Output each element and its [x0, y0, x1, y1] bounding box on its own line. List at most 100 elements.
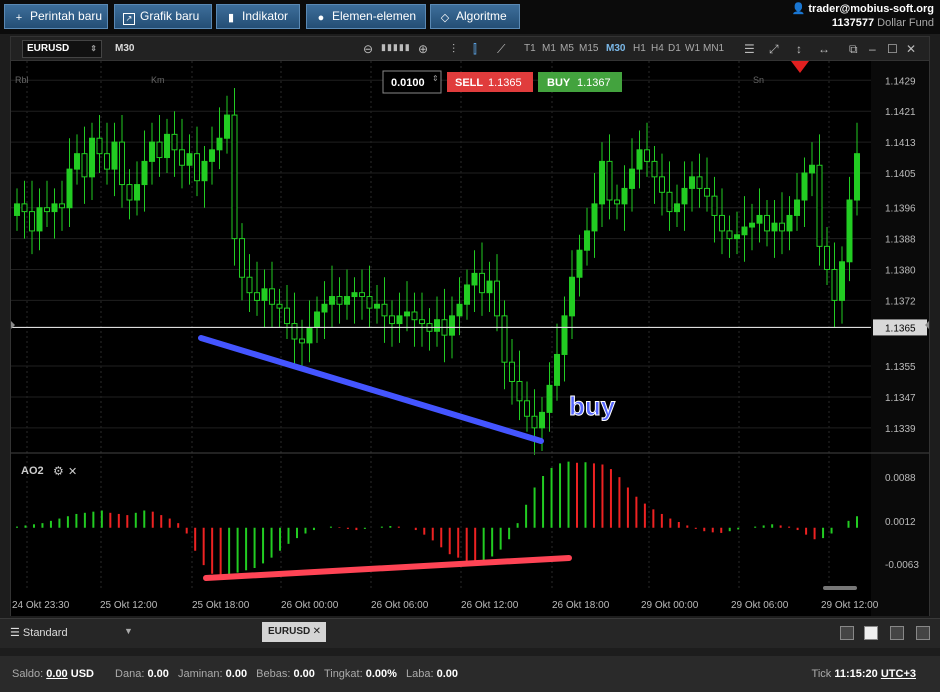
indicators-button[interactable]: ▮ Indikator	[216, 4, 300, 29]
elements-button[interactable]: ● Elemen-elemen	[306, 4, 426, 29]
horizontal-scrollbar[interactable]	[823, 586, 857, 590]
candle-body	[246, 276, 253, 294]
candle-body	[689, 176, 695, 189]
time-axis-label: 26 Okt 12:00	[461, 600, 519, 611]
candle-body	[779, 222, 785, 232]
candle-body	[126, 184, 133, 201]
candle-body	[524, 400, 530, 417]
candle-body	[306, 326, 313, 344]
account-number: 1137577	[831, 17, 875, 29]
indicator-close-icon[interactable]: ✕	[68, 466, 77, 478]
line-type-icon[interactable]: ⟋	[497, 42, 505, 57]
user-icon: 👤	[791, 3, 806, 15]
layout-rows-icon[interactable]	[916, 626, 930, 640]
chart-toolbar: EURUSD ⇕ M30 ⊖ ▮▮▮▮▮ ⊕ ⫶ ⫿ ⟋ T1 M1 M5 M15 M30…	[11, 37, 929, 61]
candle-body	[434, 319, 440, 332]
diamond-icon: ◇	[440, 12, 450, 24]
candle-body	[329, 296, 335, 305]
candle-body	[824, 245, 830, 271]
status-bar: Saldo: 0.00 USD Dana: 0.00 Jaminan: 0.00…	[0, 656, 940, 692]
candle-body	[846, 199, 853, 263]
new-chart-button[interactable]: ↗ Grafik baru	[114, 4, 212, 29]
vertical-line-icon[interactable]: ↕	[796, 42, 802, 56]
timeframe-mn1[interactable]: MN1	[703, 43, 724, 54]
symbol-select[interactable]: EURUSD ⇕	[22, 40, 102, 58]
profile-select[interactable]: ☰ Standard	[10, 626, 68, 639]
account-info[interactable]: 👤 trader@mobius-soft.org 1137577 Dollar …	[792, 2, 934, 30]
diagonal-line-icon[interactable]: ⤢	[769, 42, 779, 57]
candle-body	[44, 207, 50, 213]
close-tab-icon[interactable]: ✕	[313, 622, 321, 642]
timeframe-m30[interactable]: M30	[606, 43, 625, 54]
timeframe-m5[interactable]: M5	[560, 43, 574, 54]
profile-dropdown-icon[interactable]: ▼	[124, 626, 133, 636]
candle-body	[456, 303, 463, 317]
price-chart[interactable]: 1.1429 1.1421 1.1413 1.1405 1.1396 1.1388 1.13…	[11, 61, 929, 616]
timeframe-h4[interactable]: H4	[651, 43, 664, 54]
time-axis-label: 26 Okt 18:00	[552, 600, 610, 611]
detach-icon[interactable]: ⧉	[849, 42, 858, 57]
horizontal-line-icon[interactable]: ↔	[818, 42, 830, 56]
candle-body	[179, 149, 185, 166]
candle-body	[584, 230, 590, 251]
chart-timeframe: M30	[115, 43, 135, 54]
maximize-icon[interactable]: ☐	[887, 42, 898, 56]
candle-body	[156, 141, 163, 159]
timeframe-w1[interactable]: W1	[685, 43, 700, 54]
buy-annotation[interactable]: buy	[569, 391, 617, 422]
timeframe-d1[interactable]: D1	[668, 43, 681, 54]
time-axis-label: 29 Okt 06:00	[731, 600, 789, 611]
candle-body	[14, 203, 20, 216]
close-icon[interactable]: ✕	[906, 42, 916, 56]
layout-single-icon[interactable]	[840, 626, 854, 640]
session-label: Rbl	[15, 75, 29, 85]
candle-body	[786, 214, 793, 232]
candles-type-icon[interactable]: ⫿	[473, 42, 477, 57]
candle-body	[794, 199, 800, 216]
candle-body	[411, 311, 418, 321]
layout-columns-icon[interactable]	[890, 626, 904, 640]
candle-body	[531, 415, 538, 429]
chart-tab[interactable]: EURUSD ✕	[262, 622, 326, 642]
zoom-out-icon[interactable]: ⊖	[363, 42, 373, 56]
indicator-settings-icon[interactable]: ⚙	[53, 464, 64, 478]
candle-body	[149, 141, 155, 162]
price-tick-label: 1.1355	[885, 362, 916, 373]
candle-body	[509, 361, 515, 382]
zoom-slider[interactable]: ▮▮▮▮▮	[381, 42, 411, 53]
candle-body	[81, 153, 88, 178]
new-order-button[interactable]: + Perintah baru	[4, 4, 108, 29]
layout-grid-icon[interactable]	[864, 626, 878, 640]
candle-body	[606, 160, 613, 201]
candle-body	[546, 384, 553, 413]
time-axis-label: 29 Okt 00:00	[641, 600, 699, 611]
price-tick-label: 1.1405	[885, 169, 916, 180]
zoom-in-icon[interactable]: ⊕	[418, 42, 428, 56]
candle-body	[209, 149, 215, 162]
candle-body	[261, 288, 268, 301]
candle-body	[134, 184, 140, 201]
menu-icon[interactable]: ☰	[744, 42, 755, 56]
candle-body	[704, 187, 710, 197]
candle-body	[366, 296, 373, 309]
candle-body	[756, 214, 763, 224]
timeframe-m15[interactable]: M15	[579, 43, 598, 54]
algorithms-button[interactable]: ◇ Algoritme	[430, 4, 520, 29]
timeframe-t1[interactable]: T1	[524, 43, 536, 54]
timeframe-h1[interactable]: H1	[633, 43, 646, 54]
candle-body	[201, 160, 208, 182]
timeframe-m1[interactable]: M1	[542, 43, 556, 54]
candle-body	[479, 272, 485, 294]
bars-type-icon[interactable]: ⫶	[452, 42, 455, 57]
price-tick-label: 1.1413	[885, 138, 916, 149]
sell-price: 1.1365	[488, 77, 522, 89]
osc-tick-label: 0.0088	[885, 473, 916, 484]
minimize-icon[interactable]: –	[869, 42, 876, 56]
timezone-value[interactable]: UTC+3	[881, 668, 916, 680]
symbol-value: EURUSD	[27, 43, 70, 54]
candle-body	[666, 191, 673, 213]
candle-body	[21, 203, 28, 213]
chart-icon: ↗	[123, 13, 135, 25]
lot-spinner-icon[interactable]: ⇕	[432, 74, 439, 83]
jaminan-value: 0.00	[225, 668, 248, 680]
